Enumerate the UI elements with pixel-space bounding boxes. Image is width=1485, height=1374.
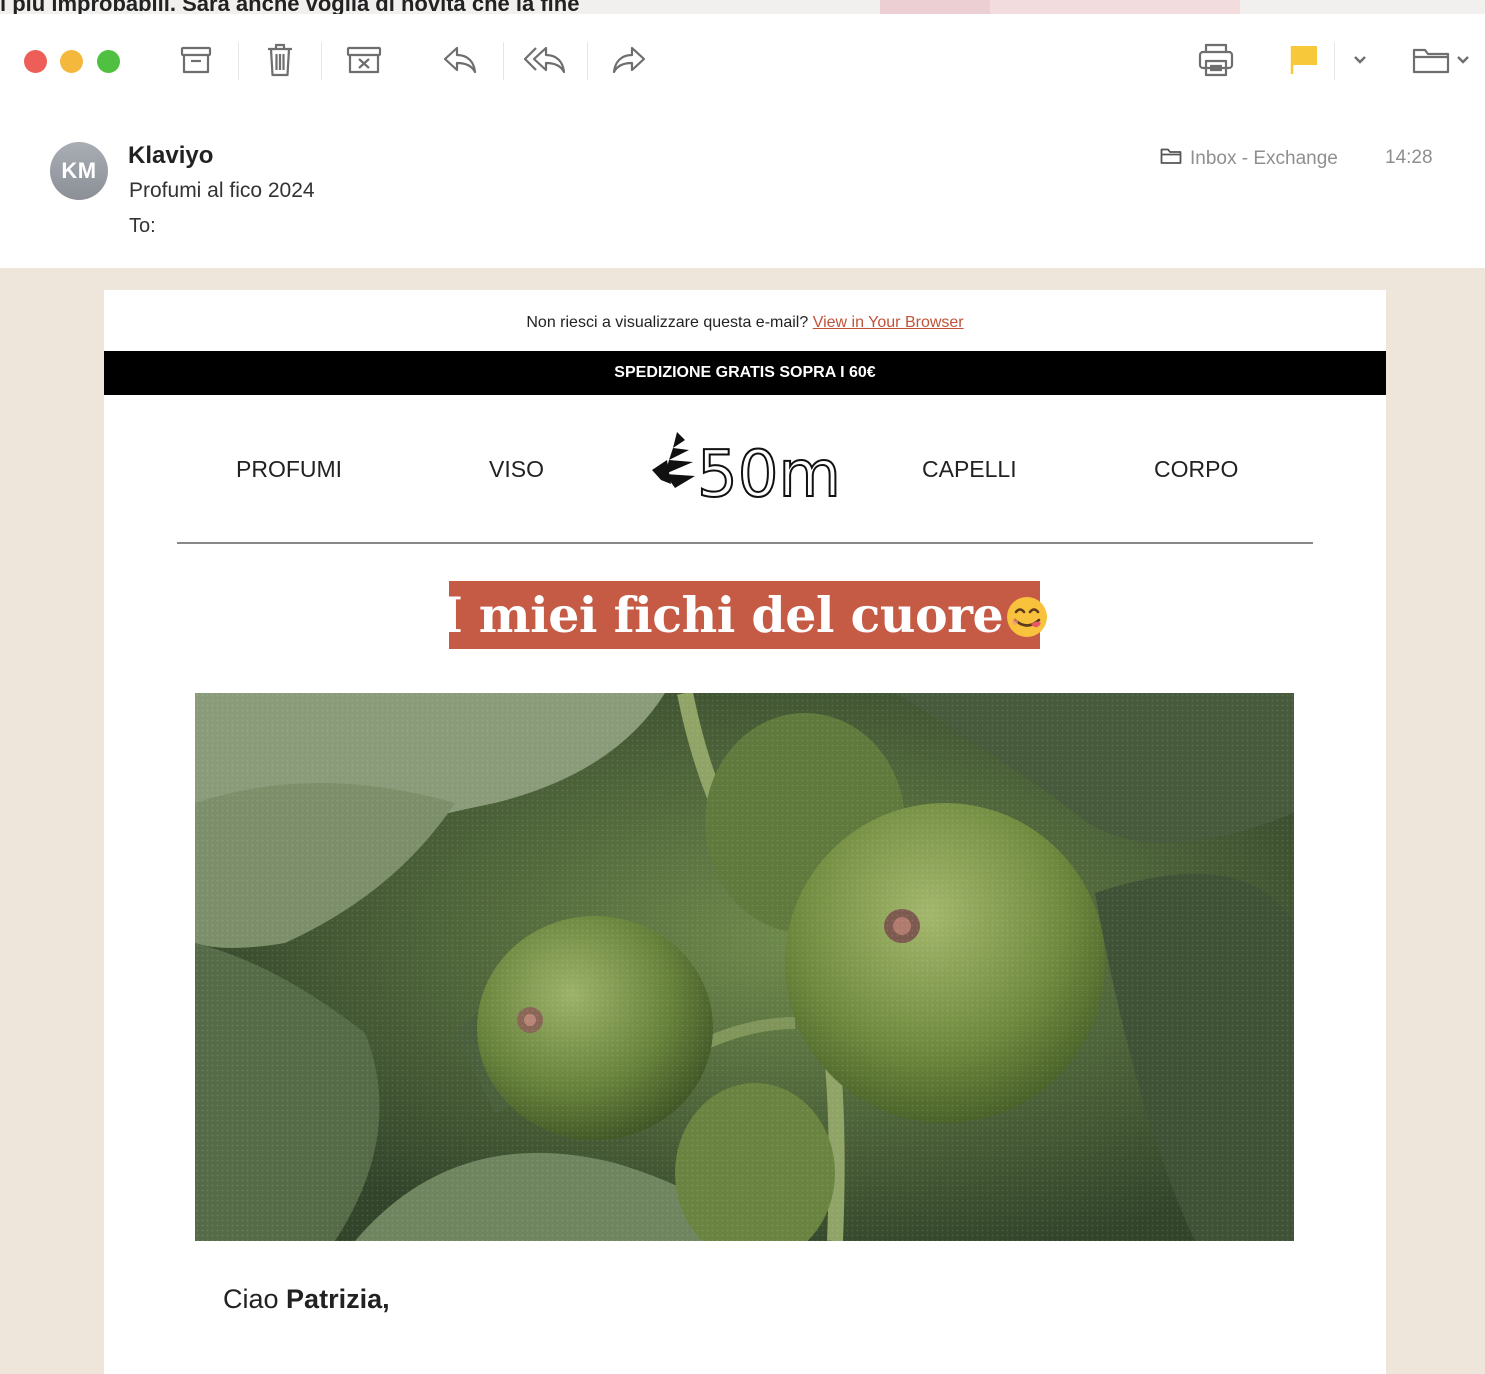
folder-icon: [1411, 44, 1451, 76]
trash-icon: [265, 42, 295, 78]
reply-icon: [442, 44, 478, 76]
nav-corpo[interactable]: CORPO: [1154, 456, 1238, 483]
chevron-down-icon: [1352, 54, 1368, 66]
print-button[interactable]: [1195, 40, 1237, 80]
print-icon: [1197, 42, 1235, 78]
to-label: To:: [129, 215, 156, 237]
preheader: Non riesci a visualizzare questa e-mail?…: [104, 314, 1386, 332]
headline-text: I miei fichi del cuore: [439, 586, 1004, 644]
toolbar-separator: [1334, 42, 1335, 80]
forward-icon: [611, 44, 647, 76]
nav-divider: [177, 542, 1313, 544]
reply-all-button[interactable]: [522, 40, 568, 80]
archive-button[interactable]: [176, 40, 216, 80]
message-subject: Profumi al fico 2024: [129, 179, 315, 202]
green-figs-photo: [195, 693, 1294, 1241]
flag-icon: [1288, 43, 1320, 77]
view-in-browser-link[interactable]: View in Your Browser: [813, 314, 964, 331]
background-window-strip: i più improbabili. Sarà anche voglia di …: [0, 0, 1485, 14]
toolbar-separator: [587, 42, 588, 80]
toolbar-separator: [321, 42, 322, 80]
mail-toolbar: [0, 14, 1485, 106]
close-window-button[interactable]: [24, 50, 47, 73]
mailbox-location: Inbox - Exchange: [1160, 147, 1338, 171]
nav-capelli[interactable]: CAPELLI: [922, 456, 1017, 483]
headline-banner: I miei fichi del cuore: [440, 581, 1048, 649]
flag-button[interactable]: [1286, 40, 1322, 80]
forward-button[interactable]: [609, 40, 649, 80]
greeting-name: Patrizia,: [286, 1284, 390, 1314]
brand-logo[interactable]: 50ml: [649, 430, 860, 513]
junk-button[interactable]: [344, 40, 384, 80]
email-content: Non riesci a visualizzare questa e-mail?…: [104, 290, 1386, 1374]
hero-image-figs[interactable]: [195, 693, 1294, 1241]
toolbar-separator: [238, 42, 239, 80]
background-window-image: [880, 0, 990, 14]
logo-text: 50ml: [697, 438, 844, 505]
minimize-window-button[interactable]: [60, 50, 83, 73]
delete-button[interactable]: [262, 40, 298, 80]
message-header: KM Klaviyo Profumi al fico 2024 To: Inbo…: [0, 106, 1485, 268]
toolbar-separator: [503, 42, 504, 80]
reply-all-icon: [523, 44, 567, 76]
nav-profumi[interactable]: PROFUMI: [236, 456, 342, 483]
mailbox-name: Inbox - Exchange: [1190, 148, 1338, 169]
preheader-text: Non riesci a visualizzare questa e-mail?: [526, 314, 809, 331]
greeting: Ciao Patrizia,: [223, 1284, 390, 1315]
shipping-banner-text: SPEDIZIONE GRATIS SOPRA I 60€: [614, 364, 876, 381]
greeting-prefix: Ciao: [223, 1284, 279, 1314]
folder-icon: [1160, 147, 1182, 171]
background-window-image-2: [990, 0, 1240, 14]
chevron-down-icon: [1455, 54, 1471, 66]
zoom-window-button[interactable]: [97, 50, 120, 73]
flag-menu-button[interactable]: [1348, 40, 1372, 80]
archive-icon: [179, 44, 213, 76]
reply-button[interactable]: [440, 40, 480, 80]
nav-viso[interactable]: VISO: [489, 456, 544, 483]
background-window-text: i più improbabili. Sarà anche voglia di …: [0, 0, 580, 14]
move-to-folder-button[interactable]: [1408, 40, 1474, 80]
avatar: KM: [50, 142, 108, 200]
junk-icon: [345, 44, 383, 76]
face-savoring-food-emoji-icon: [1005, 593, 1049, 637]
message-time: 14:28: [1385, 147, 1433, 168]
shipping-banner: SPEDIZIONE GRATIS SOPRA I 60€: [104, 351, 1386, 395]
sender-name[interactable]: Klaviyo: [128, 142, 213, 170]
